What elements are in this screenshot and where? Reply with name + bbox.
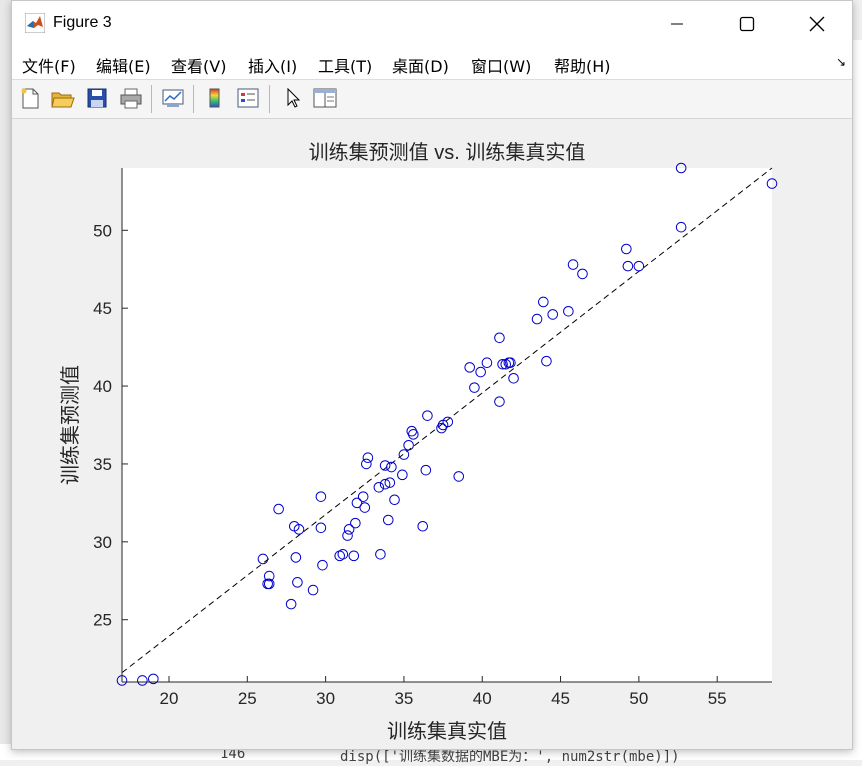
scatter-chart: 20 25 30 35 40 45 50 55 25 30 35 40 45 50 训练集预测值 vs.…: [59, 141, 778, 743]
y-axis-label: 训练集预测值: [59, 365, 82, 485]
menu-bar: 文件(F) 编辑(E) 查看(V) 插入(I) 工具(T) 桌面(D) 窗口(W…: [12, 47, 852, 80]
menu-tools[interactable]: 工具(T): [318, 53, 372, 77]
menu-view[interactable]: 查看(V): [171, 53, 226, 77]
x-tick-label: 40: [473, 689, 492, 708]
y-tick-label: 50: [93, 221, 112, 240]
open-file-icon: [51, 92, 75, 108]
y-tick-label: 30: [93, 533, 112, 552]
menu-help[interactable]: 帮助(H): [554, 53, 611, 77]
figure-toolbar: [12, 80, 852, 119]
y-tick-label: 40: [93, 377, 112, 396]
menu-file[interactable]: 文件(F): [22, 53, 76, 77]
menu-window[interactable]: 窗口(W): [471, 53, 531, 77]
x-tick-label: 30: [316, 689, 335, 708]
x-tick-label: 55: [708, 689, 727, 708]
new-figure-icon: [21, 88, 39, 109]
colorbar-icon: [209, 88, 220, 108]
legend-button[interactable]: [235, 85, 261, 111]
maximize-button[interactable]: [712, 1, 782, 47]
maximize-icon: [739, 16, 755, 32]
new-figure-button[interactable]: [17, 85, 43, 111]
print-button[interactable]: [118, 85, 144, 111]
save-icon: [87, 88, 107, 108]
toolbar-separator: [269, 85, 270, 113]
minimize-icon: [671, 23, 683, 25]
link-plot-icon: [162, 89, 184, 107]
window-title: Figure 3: [53, 14, 112, 31]
y-tick-label: 45: [93, 299, 112, 318]
x-tick-label: 50: [629, 689, 648, 708]
x-tick-label: 25: [238, 689, 257, 708]
pointer-icon: [287, 87, 301, 108]
title-bar[interactable]: Figure 3: [12, 1, 852, 47]
x-axis-label: 训练集真实值: [387, 720, 507, 743]
chart-title: 训练集预测值 vs. 训练集真实值: [309, 141, 586, 164]
y-tick-label: 35: [93, 455, 112, 474]
open-file-button[interactable]: [50, 85, 76, 111]
x-tick-label: 20: [160, 689, 179, 708]
plot-area: [122, 168, 772, 682]
close-icon: [809, 16, 825, 32]
colorbar-button[interactable]: [202, 85, 228, 111]
pointer-button[interactable]: [280, 85, 306, 111]
menu-insert[interactable]: 插入(I): [248, 53, 297, 77]
save-button[interactable]: [84, 85, 110, 111]
close-button[interactable]: [782, 1, 852, 47]
x-tick-label: 35: [394, 689, 413, 708]
menu-edit[interactable]: 编辑(E): [96, 53, 151, 77]
figure-window: Figure 3 文件(F) 编辑(E) 查看(V) 插入(I) 工具(T) 桌…: [11, 0, 853, 750]
dock-arrow-icon[interactable]: ↘: [836, 55, 846, 69]
minimize-button[interactable]: [642, 1, 712, 47]
matlab-logo-icon: [25, 13, 45, 33]
menu-desktop[interactable]: 桌面(D): [392, 53, 449, 77]
legend-icon: [237, 88, 259, 108]
y-tick-label: 25: [93, 611, 112, 630]
link-plot-button[interactable]: [160, 85, 186, 111]
x-tick-label: 45: [551, 689, 570, 708]
toolbar-separator: [193, 85, 194, 113]
toolbar-separator: [151, 85, 152, 113]
property-inspector-icon: [313, 88, 337, 108]
property-inspector-button[interactable]: [312, 85, 338, 111]
print-icon: [120, 88, 142, 109]
figure-canvas: 20 25 30 35 40 45 50 55 25 30 35 40 45 50 训练集预测值 vs.…: [12, 119, 852, 749]
